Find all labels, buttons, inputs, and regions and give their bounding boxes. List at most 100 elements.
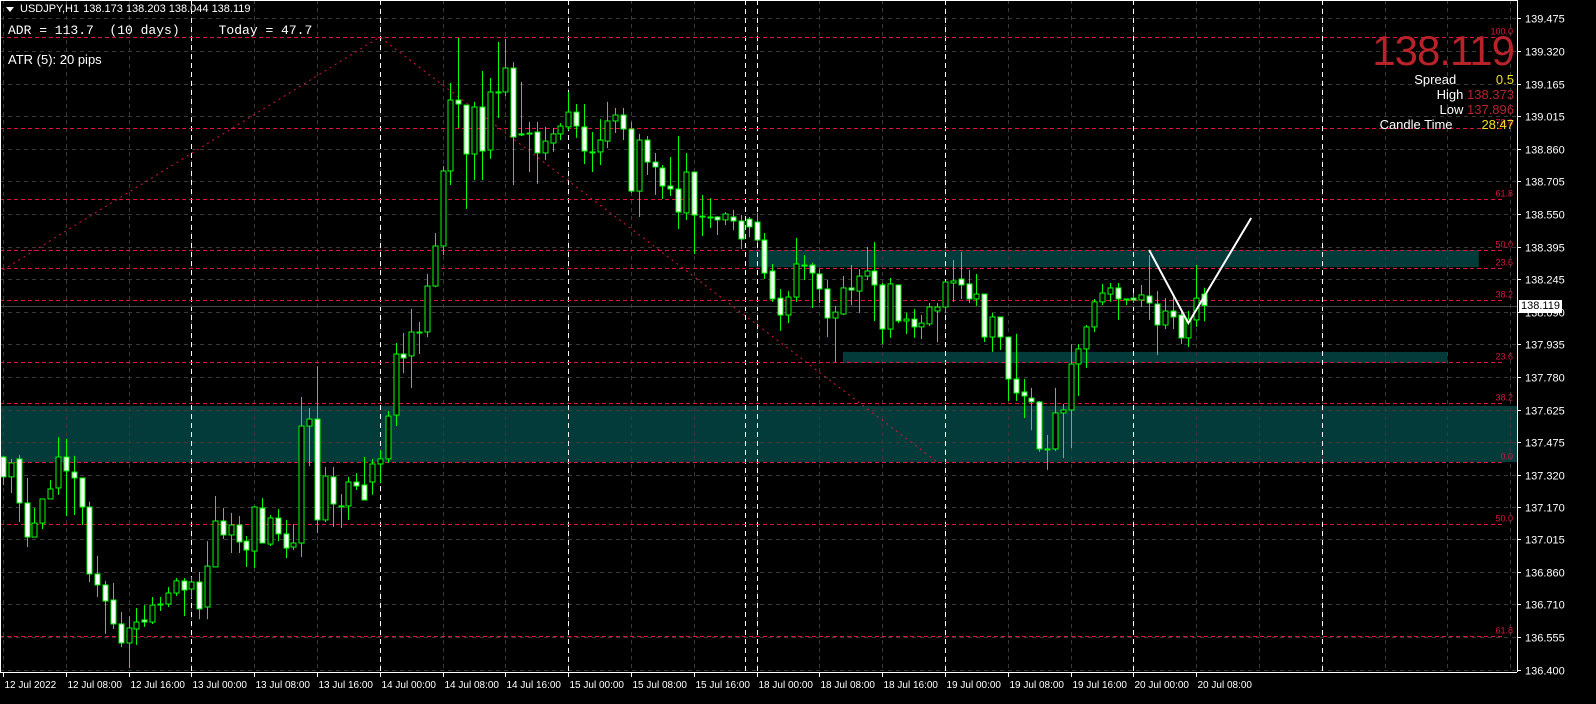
adr-indicator-text: ADR = 113.7 (10 days) Today = 47.7 (8, 23, 313, 38)
bull-candle-body (1068, 363, 1075, 411)
price-axis-label: 139.475 (1525, 14, 1565, 26)
bear-candle-body (848, 287, 855, 291)
bear-candle-body (911, 318, 918, 328)
time-axis-label: 13 Jul 08:00 (256, 680, 311, 691)
bear-candle-body (463, 104, 470, 155)
bull-candle-body (989, 316, 996, 338)
time-axis-label: 12 Jul 2022 (5, 680, 57, 691)
bull-candle-body (8, 462, 15, 478)
bear-candle-body (24, 502, 31, 538)
bull-candle-body (636, 139, 643, 192)
time-axis-label: 20 Jul 00:00 (1135, 680, 1190, 691)
bull-candle-body (887, 283, 894, 330)
bull-candle-body (612, 114, 619, 122)
bull-candle-body (903, 318, 910, 322)
price-axis-label: 139.320 (1525, 47, 1565, 59)
bull-candle-body (47, 488, 54, 500)
bull-candle-body (212, 520, 219, 568)
bear-candle-body (816, 273, 823, 290)
candle-time-label: Candle Time (1379, 117, 1453, 132)
price-axis-label: 138.705 (1525, 177, 1565, 189)
bull-candle-body (840, 287, 847, 315)
bull-candle-body (1060, 409, 1067, 414)
bull-candle-body (722, 213, 729, 221)
bear-candle-body (628, 128, 635, 192)
bull-candle-body (228, 524, 235, 536)
spread-value: 0.5 (1495, 72, 1514, 87)
bull-candle-body (934, 306, 941, 312)
bear-candle-body (361, 484, 368, 501)
time-axis-label: 15 Jul 08:00 (633, 680, 688, 691)
bull-candle-body (1044, 448, 1051, 451)
bear-candle-body (871, 270, 878, 286)
bull-candle-body (557, 125, 564, 135)
bear-candle-body (667, 185, 674, 190)
bull-candle-body (447, 99, 454, 172)
bear-candle-body (1115, 287, 1122, 300)
bull-candle-body (165, 592, 172, 605)
bull-candle-body (973, 293, 980, 300)
bull-candle-body (801, 264, 808, 267)
bull-candle-body (290, 542, 297, 548)
bull-candle-body (267, 517, 274, 545)
bear-candle-body (534, 131, 541, 154)
bear-candle-body (652, 161, 659, 168)
price-axis-label: 138.395 (1525, 243, 1565, 255)
bull-candle-body (149, 604, 156, 623)
bear-candle-body (1178, 314, 1185, 339)
supply-demand-zone (0, 405, 1517, 463)
bear-candle-body (79, 477, 86, 508)
bull-candle-body (440, 170, 447, 247)
bull-candle-body (251, 506, 258, 552)
bear-candle-body (181, 580, 188, 591)
price-axis-label: 137.015 (1525, 535, 1565, 547)
candle (1036, 401, 1043, 452)
bull-candle-body (39, 498, 46, 524)
price-axis-label: 136.555 (1525, 633, 1565, 645)
bear-candle-body (283, 533, 290, 549)
fibonacci-level-label: 61.8 (1495, 189, 1513, 199)
time-axis-label: 19 Jul 00:00 (947, 680, 1002, 691)
bull-candle-body (785, 296, 792, 316)
bull-candle-body (471, 106, 478, 155)
symbol-label: USDJPY,H1 (20, 3, 80, 15)
high-label: High (1436, 87, 1464, 102)
bull-candle-body (424, 285, 431, 333)
bear-candle-body (659, 167, 666, 187)
time-axis-label: 14 Jul 08:00 (445, 680, 500, 691)
bull-candle-body (1091, 301, 1098, 328)
bear-candle-body (110, 599, 117, 625)
bull-candle-body (157, 603, 164, 606)
bull-candle-body (377, 458, 384, 465)
bull-candle-body (565, 111, 572, 128)
bear-candle-body (997, 316, 1004, 338)
time-axis-label: 19 Jul 08:00 (1010, 680, 1065, 691)
candle (385, 411, 392, 463)
bear-candle-body (746, 218, 753, 228)
bull-candle-body (950, 280, 957, 284)
bull-candle-body (589, 151, 596, 154)
low-value: 137.896 (1467, 102, 1514, 117)
bull-candle-body (707, 216, 714, 219)
bear-candle-body (738, 220, 745, 240)
bear-candle-body (761, 239, 768, 274)
bull-candle-body (385, 415, 392, 460)
bear-candle-body (400, 353, 407, 359)
bear-candle-body (981, 293, 988, 338)
bear-candle-body (824, 288, 831, 319)
bull-candle-body (526, 132, 533, 135)
bear-candle-body (573, 111, 580, 127)
bull-candle-body (322, 475, 329, 521)
bull-candle-body (204, 565, 211, 608)
bull-candle-body (1075, 348, 1082, 365)
bull-candle-body (699, 215, 706, 218)
time-axis-label: 15 Jul 00:00 (570, 680, 625, 691)
price-chart[interactable]: 139.475 139.320 139.165 139.015 138.860 138.7… (0, 0, 1596, 704)
spread-label: Spread (1414, 72, 1457, 87)
candle (895, 284, 902, 324)
bear-candle-body (714, 216, 721, 221)
price-axis-label: 137.475 (1525, 438, 1565, 450)
dropdown-triangle-icon[interactable] (6, 6, 14, 12)
supply-demand-zone (842, 351, 1448, 363)
bear-candle-body (675, 188, 682, 213)
